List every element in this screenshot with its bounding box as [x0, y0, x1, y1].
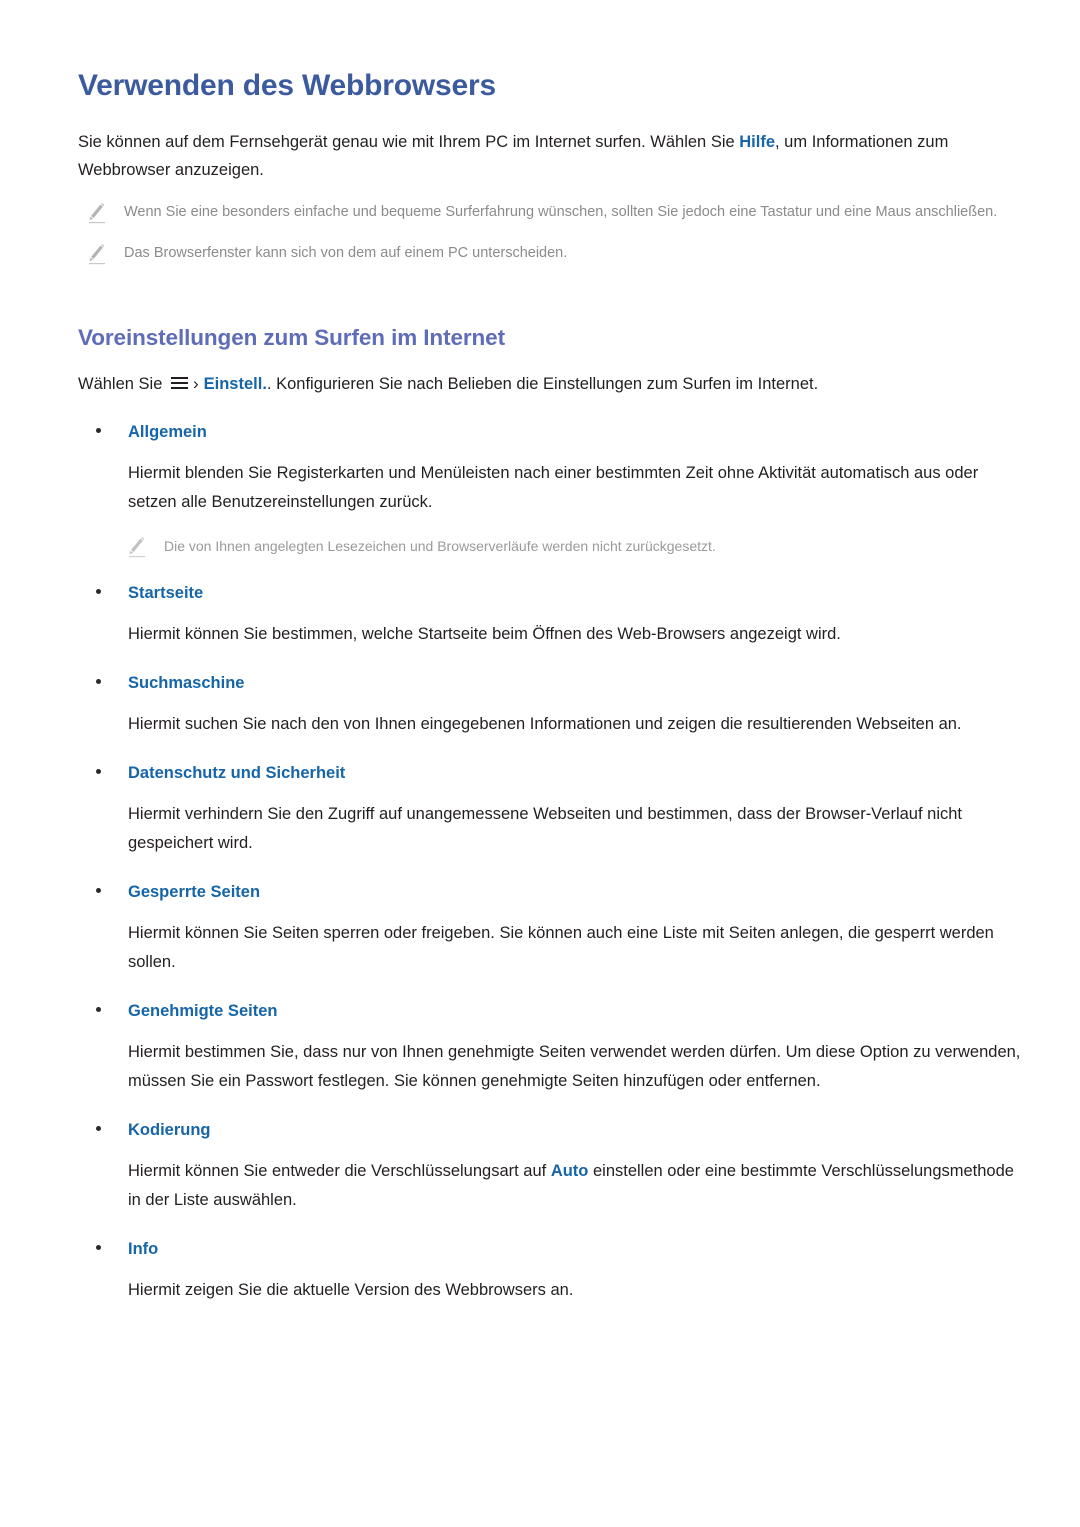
hamburger-menu-icon[interactable] — [170, 377, 188, 390]
setting-section-allgemein: Allgemein Hiermit blenden Sie Registerka… — [78, 420, 1024, 559]
setting-section-genehmigte-seiten: Genehmigte Seiten Hiermit bestimmen Sie,… — [78, 999, 1024, 1096]
pencil-icon — [86, 244, 112, 266]
note-text: Wenn Sie eine besonders einfache und beq… — [124, 204, 998, 220]
bullet-dot-icon — [96, 428, 101, 433]
page-title: Verwenden des Webbrowsers — [78, 69, 496, 102]
bullet-row[interactable]: Gesperrte Seiten — [78, 880, 1024, 904]
section-heading: Voreinstellungen zum Surfen im Internet — [78, 325, 505, 350]
setting-label[interactable]: Suchmaschine — [128, 671, 244, 695]
note-item: Die von Ihnen angelegten Lesezeichen und… — [78, 534, 1024, 559]
bullet-dot-icon — [96, 589, 101, 594]
pencil-icon — [86, 203, 112, 225]
note-text: Das Browserfenster kann sich von dem auf… — [124, 245, 568, 261]
bullet-row[interactable]: Info — [78, 1237, 1024, 1261]
pencil-icon — [126, 537, 152, 559]
lead-accent-einstell[interactable]: Einstell. — [204, 375, 267, 393]
bullet-dot-icon — [96, 1007, 101, 1012]
setting-section-datenschutz: Datenschutz und Sicherheit Hiermit verhi… — [78, 761, 1024, 858]
intro-accent-hilfe[interactable]: Hilfe — [739, 133, 775, 151]
setting-body: Hiermit suchen Sie nach den von Ihnen ei… — [128, 715, 962, 733]
bullet-dot-icon — [96, 769, 101, 774]
setting-label[interactable]: Datenschutz und Sicherheit — [128, 761, 345, 785]
bullet-row[interactable]: Datenschutz und Sicherheit — [78, 761, 1024, 785]
setting-section-info: Info Hiermit zeigen Sie die aktuelle Ver… — [78, 1237, 1024, 1305]
note-text: Die von Ihnen angelegten Lesezeichen und… — [164, 538, 716, 554]
bullet-row[interactable]: Allgemein — [78, 420, 1024, 444]
setting-body: Hiermit können Sie entweder die Verschlü… — [78, 1157, 1024, 1215]
bullet-dot-icon — [96, 1126, 101, 1131]
setting-body: Hiermit verhindern Sie den Zugriff auf u… — [128, 805, 962, 852]
lead-text-after: . Konfigurieren Sie nach Belieben die Ei… — [266, 375, 819, 393]
setting-section-startseite: Startseite Hiermit können Sie bestimmen,… — [78, 581, 1024, 649]
bullet-dot-icon — [96, 888, 101, 893]
lead-text-before: Wählen Sie — [78, 375, 167, 393]
document-page: Verwenden des Webbrowsers Sie können auf… — [0, 0, 1080, 1527]
bullet-dot-icon — [96, 1245, 101, 1250]
setting-body-before: Hiermit können Sie entweder die Verschlü… — [128, 1162, 551, 1180]
setting-body: Hiermit können Sie bestimmen, welche Sta… — [128, 625, 841, 643]
bullet-row[interactable]: Kodierung — [78, 1118, 1024, 1142]
setting-label[interactable]: Allgemein — [128, 420, 207, 444]
setting-label[interactable]: Genehmigte Seiten — [128, 999, 277, 1023]
setting-label[interactable]: Info — [128, 1237, 158, 1261]
setting-body: Hiermit blenden Sie Registerkarten und M… — [128, 464, 979, 511]
setting-label[interactable]: Kodierung — [128, 1118, 211, 1142]
setting-label[interactable]: Startseite — [128, 581, 203, 605]
bullet-row[interactable]: Suchmaschine — [78, 671, 1024, 695]
chevron-right-icon: › — [192, 374, 199, 393]
lead-paragraph: Wählen Sie › Einstell.. Konfigurieren Sie… — [78, 370, 1013, 398]
setting-body: Hiermit bestimmen Sie, dass nur von Ihne… — [128, 1043, 1021, 1090]
note-item: Wenn Sie eine besonders einfache und beq… — [78, 200, 1024, 225]
intro-text-before: Sie können auf dem Fernsehgerät genau wi… — [78, 133, 740, 151]
bullet-row[interactable]: Genehmigte Seiten — [78, 999, 1024, 1023]
setting-body: Hiermit zeigen Sie die aktuelle Version … — [128, 1281, 574, 1299]
setting-label[interactable]: Gesperrte Seiten — [128, 880, 260, 904]
bullet-dot-icon — [96, 679, 101, 684]
intro-paragraph: Sie können auf dem Fernsehgerät genau wi… — [78, 128, 1013, 184]
setting-body: Hiermit können Sie Seiten sperren oder f… — [128, 924, 994, 971]
bullet-row[interactable]: Startseite — [78, 581, 1024, 605]
setting-section-kodierung: Kodierung Hiermit können Sie entweder di… — [78, 1118, 1024, 1215]
setting-section-gesperrte-seiten: Gesperrte Seiten Hiermit können Sie Seit… — [78, 880, 1024, 977]
setting-body-accent-auto[interactable]: Auto — [551, 1162, 589, 1180]
setting-section-suchmaschine: Suchmaschine Hiermit suchen Sie nach den… — [78, 671, 1024, 739]
note-item: Das Browserfenster kann sich von dem auf… — [78, 241, 1024, 266]
